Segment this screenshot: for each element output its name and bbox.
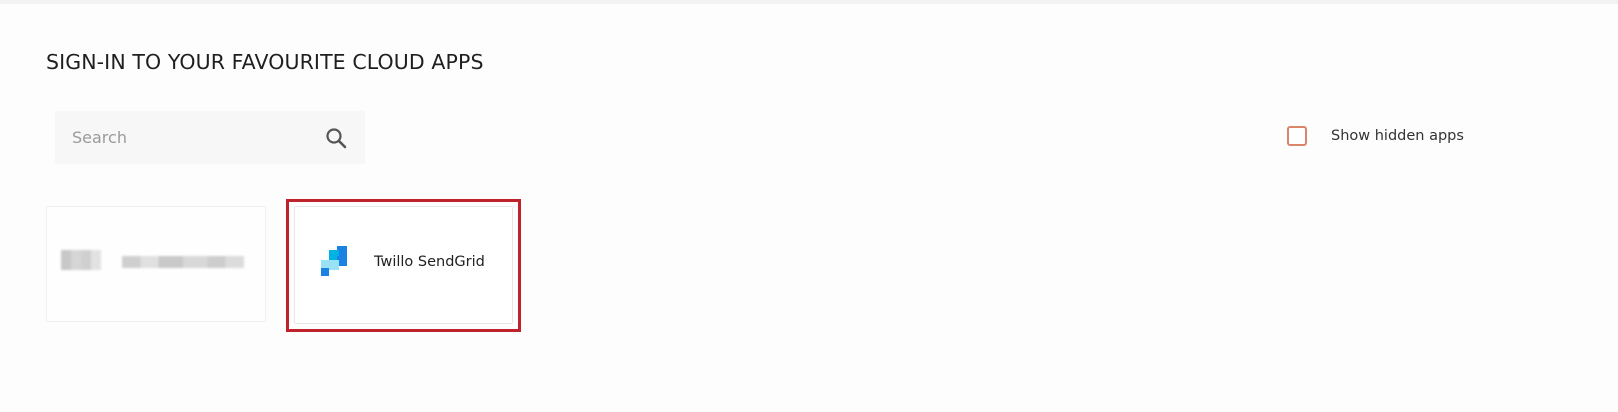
sendgrid-logo-icon bbox=[321, 246, 347, 276]
show-hidden-apps-toggle[interactable]: Show hidden apps bbox=[1287, 126, 1464, 146]
app-card-sendgrid[interactable]: Twillo SendGrid bbox=[294, 206, 513, 324]
search-icon[interactable] bbox=[324, 126, 348, 150]
top-divider bbox=[0, 0, 1618, 4]
app-card-redacted[interactable] bbox=[46, 206, 266, 322]
page-title: SIGN-IN TO YOUR FAVOURITE CLOUD APPS bbox=[46, 50, 484, 74]
redacted-app-logo bbox=[61, 250, 101, 270]
app-name-sendgrid: Twillo SendGrid bbox=[374, 254, 485, 270]
search-box bbox=[55, 111, 365, 164]
search-input[interactable] bbox=[55, 111, 305, 164]
show-hidden-apps-label: Show hidden apps bbox=[1331, 128, 1464, 144]
redacted-app-name bbox=[122, 256, 244, 268]
show-hidden-apps-checkbox[interactable] bbox=[1287, 126, 1307, 146]
